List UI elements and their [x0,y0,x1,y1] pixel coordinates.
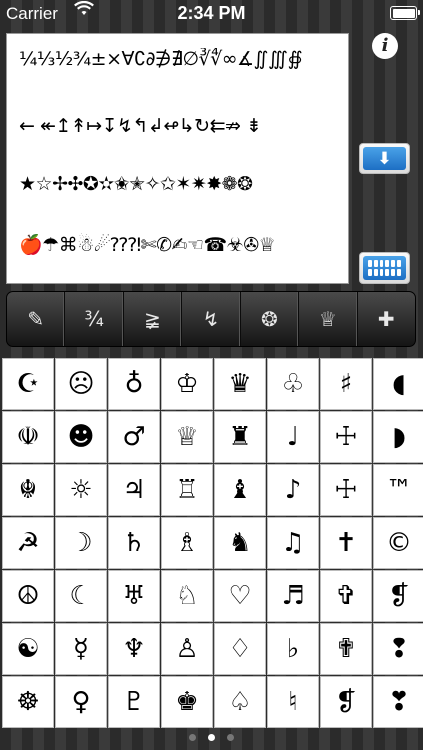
page-dot[interactable] [189,734,196,741]
page-dot[interactable] [208,734,215,741]
symbol-key[interactable]: ♘ [161,570,213,622]
symbol-key[interactable]: ◗ [373,411,423,463]
symbol-key[interactable]: ☬ [2,464,54,516]
symbol-key[interactable]: ♙ [161,623,213,675]
info-icon: i [381,35,389,56]
symbol-key[interactable]: ♢ [214,623,266,675]
text-line: ★☆✢✣✪✫✬✭✧✩✶✷✸❁❂ [19,173,253,195]
symbol-key[interactable]: ☽ [55,517,107,569]
symbol-key[interactable]: ☫ [2,411,54,463]
page-dot[interactable] [227,734,234,741]
battery-icon [390,6,420,20]
clock-time: 2:34 PM [177,3,246,23]
symbol-key[interactable]: ☼ [55,464,107,516]
category-arrows-tab[interactable]: ↯ [182,292,241,346]
symbol-key[interactable]: ™ [373,464,423,516]
symbol-key[interactable]: ☻ [55,411,107,463]
symbol-key[interactable]: ☹ [55,358,107,410]
symbol-key[interactable]: ☾ [55,570,107,622]
category-math-tab[interactable]: ≩ [124,292,183,346]
symbol-key[interactable]: ♔ [161,358,213,410]
symbol-key[interactable]: ♩ [267,411,319,463]
symbol-text-area[interactable]: ¼⅓½¾±×∀∁∂∌∄∅∛∜∞∡∬∭∯ ← ↞↥↟↦↧↯↰↲↫↳↻⇇⇏ ⇟ ★☆… [6,33,349,284]
symbol-key[interactable]: ♄ [108,517,160,569]
symbol-key[interactable]: ❡ [320,676,372,728]
info-button[interactable]: i [372,33,398,59]
symbol-key[interactable]: ♛ [214,358,266,410]
symbol-key[interactable]: ♡ [214,570,266,622]
category-pencil-tab[interactable]: ✎ [7,292,66,346]
symbol-key[interactable]: ✝ [320,517,372,569]
text-line: 🍎☂⌘☃☄⁇⁈✄✆✍☜☎☣✇♕ [19,234,276,256]
text-line: ← ↞↥↟↦↧↯↰↲↫↳↻⇇⇏ ⇟ [19,115,262,137]
symbol-key[interactable]: ☿ [55,623,107,675]
symbol-key[interactable]: ♁ [108,358,160,410]
symbol-key[interactable]: ◖ [373,358,423,410]
insert-down-button[interactable]: ⬇ [359,143,410,174]
symbol-key[interactable]: ♞ [214,517,266,569]
symbol-key[interactable]: ♫ [267,517,319,569]
down-arrow-icon: ⬇ [363,147,406,170]
category-toolbar: ✎ ¾ ≩ ↯ ❂ ♕ ✚ [6,291,416,347]
symbol-key[interactable]: ✟ [320,623,372,675]
symbol-key[interactable]: ♮ [267,676,319,728]
keyboard-button[interactable] [359,252,410,284]
symbol-key[interactable]: ♃ [108,464,160,516]
category-more-tab[interactable]: ✚ [358,292,415,346]
symbol-key[interactable]: ♧ [267,358,319,410]
symbol-key[interactable]: ♅ [108,570,160,622]
symbol-key[interactable]: ♬ [267,570,319,622]
symbol-key[interactable]: ♜ [214,411,266,463]
page-indicator[interactable] [0,734,423,746]
symbol-key[interactable]: ☯ [2,623,54,675]
symbol-key[interactable]: ✞ [320,570,372,622]
symbol-grid: ☪ ☹ ♁ ♔ ♛ ♧ ♯ ◖ ☫ ☻ ♂ ♕ ♜ ♩ ☩ ◗ ☬ ☼ ♃ ♖ ♝ ♪ ☩ ™ ☭ ☽ ♄ ♗ ♞ ♫ ✝ © ☮ ☾ ♅ ♘ ♡ ♬ ✞ ❡… [0,358,423,730]
symbol-key[interactable]: ♭ [267,623,319,675]
symbol-key[interactable]: ☭ [2,517,54,569]
symbol-key[interactable]: ☩ [320,411,372,463]
symbol-key[interactable]: ♗ [161,517,213,569]
symbol-key[interactable]: ♀ [55,676,107,728]
keyboard-icon [363,256,406,280]
symbol-key[interactable]: ♝ [214,464,266,516]
symbol-key[interactable]: ♆ [108,623,160,675]
symbol-key[interactable]: ☪ [2,358,54,410]
text-line: ¼⅓½¾±×∀∁∂∌∄∅∛∜∞∡∬∭∯ [19,48,303,70]
status-bar: Carrier 2:34 PM [0,0,423,28]
symbol-key[interactable]: ❡ [373,570,423,622]
category-stars-tab[interactable]: ❂ [241,292,300,346]
category-fractions-tab[interactable]: ¾ [65,292,124,346]
symbol-key[interactable]: ☸ [2,676,54,728]
symbol-key[interactable]: ❢ [373,623,423,675]
symbol-key[interactable]: ☮ [2,570,54,622]
symbol-key[interactable]: ♇ [108,676,160,728]
symbol-key[interactable]: ♖ [161,464,213,516]
category-misc-tab[interactable]: ♕ [299,292,358,346]
symbol-key[interactable]: © [373,517,423,569]
symbol-key[interactable]: ☩ [320,464,372,516]
symbol-key[interactable]: ♪ [267,464,319,516]
symbol-key[interactable]: ♤ [214,676,266,728]
symbol-key[interactable]: ♂ [108,411,160,463]
symbol-key[interactable]: ♯ [320,358,372,410]
symbol-key[interactable]: ❣ [373,676,423,728]
symbol-key[interactable]: ♕ [161,411,213,463]
symbol-key[interactable]: ♚ [161,676,213,728]
